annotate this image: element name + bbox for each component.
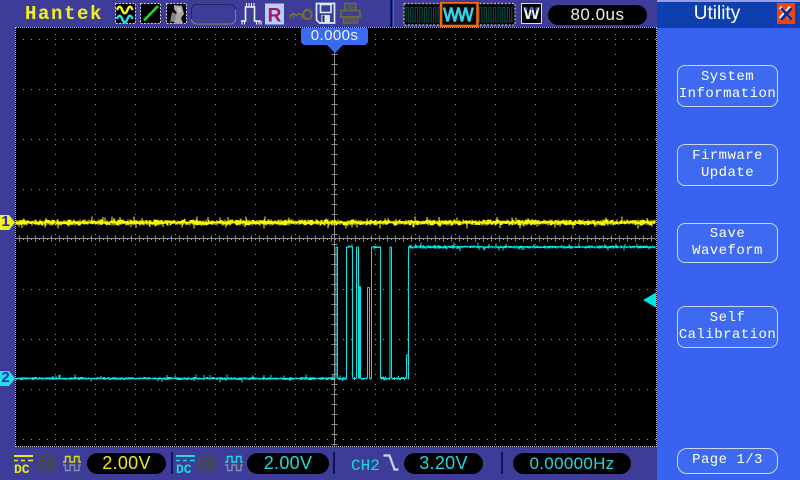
- svg-text:DC: DC: [14, 462, 30, 477]
- svg-text:20: 20: [40, 457, 54, 471]
- svg-text:DC: DC: [176, 462, 192, 477]
- svg-text:20: 20: [200, 457, 214, 471]
- svg-text:CH2: CH2: [351, 457, 380, 475]
